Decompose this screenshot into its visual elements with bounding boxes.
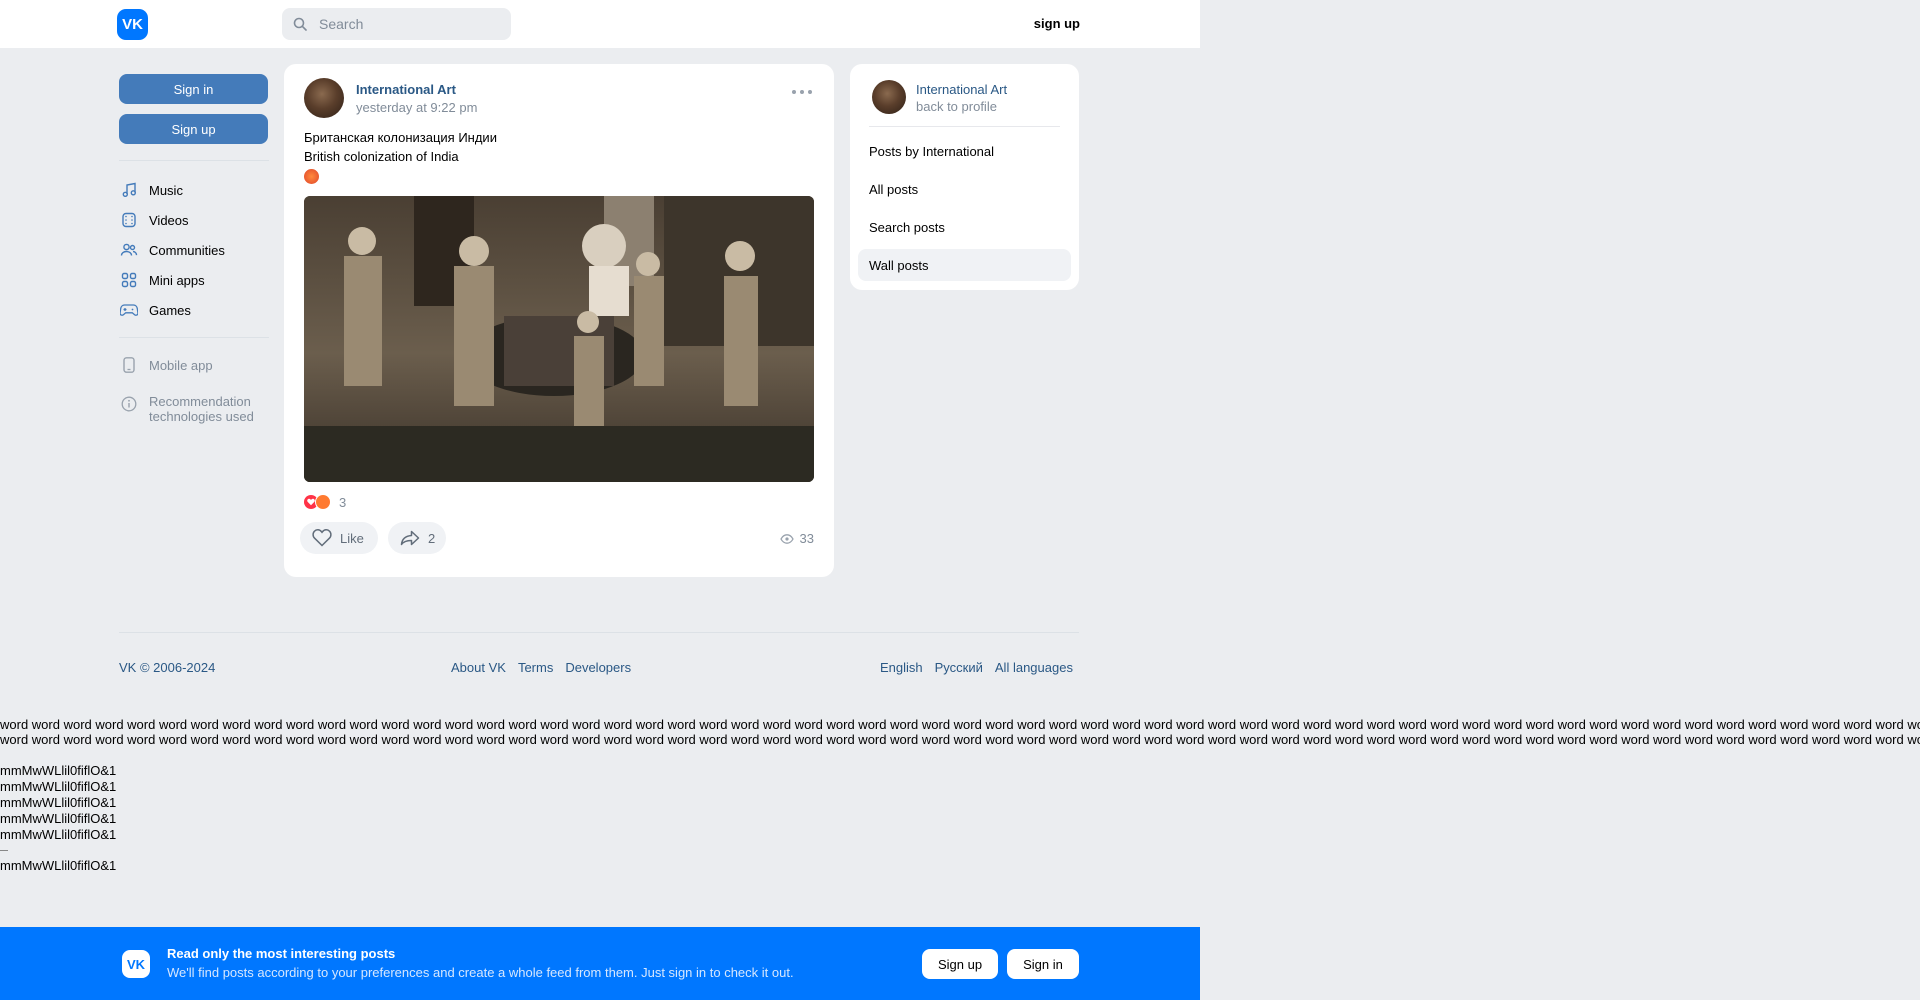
- nav-item-recommendation[interactable]: Recommendation technologies used: [119, 394, 269, 434]
- filler-word-line: word word word word word word word word …: [0, 732, 1920, 747]
- vk-logo[interactable]: VK: [117, 9, 148, 40]
- nav-item-games[interactable]: Games: [119, 295, 269, 325]
- share-count: 2: [428, 530, 436, 546]
- music-note-icon: [119, 180, 139, 200]
- divider: [119, 160, 269, 161]
- angry-emoji-icon: [304, 169, 319, 184]
- eye-icon: [779, 533, 794, 544]
- copyright-text: VK © 2006-2024: [119, 660, 216, 675]
- post-time[interactable]: yesterday at 9:22 pm: [356, 100, 477, 115]
- footer-link-terms[interactable]: Terms: [518, 660, 553, 675]
- phone-icon: [119, 355, 139, 375]
- apps-grid-icon: [119, 270, 139, 290]
- nav-label: Recommendation technologies used: [149, 394, 254, 424]
- angry-reaction-icon: [315, 494, 331, 510]
- menu-item-search-posts[interactable]: Search posts: [858, 211, 1071, 243]
- left-sidebar: Sign in Sign up Music Videos Communities…: [119, 74, 269, 434]
- filler-glyphs: mmMwWLlil0fiflO&1 mmMwWLlil0fiflO&1 mmMw…: [0, 763, 116, 874]
- filler-words: word word word word word word word word …: [0, 717, 1920, 747]
- signup-button[interactable]: Sign up: [119, 114, 268, 144]
- language-russian[interactable]: Русский: [935, 660, 983, 675]
- post-photo[interactable]: [304, 196, 814, 482]
- post-author[interactable]: International Art: [356, 82, 456, 97]
- nav-item-mini-apps[interactable]: Mini apps: [119, 265, 269, 295]
- filler-word-line: word word word word word word word word …: [0, 717, 1920, 732]
- top-bar: VK sign up: [0, 0, 1200, 48]
- divider: [869, 126, 1060, 127]
- nav-label: Games: [149, 302, 191, 318]
- info-icon: [119, 394, 139, 414]
- menu-item-all-posts[interactable]: All posts: [858, 173, 1071, 205]
- separator: [0, 850, 8, 851]
- banner-subtitle: We'll find posts according to your prefe…: [167, 965, 794, 980]
- post-text-en: British colonization of India: [304, 149, 459, 164]
- nav-label: Mobile app: [149, 357, 213, 373]
- search-input[interactable]: [317, 15, 501, 33]
- nav-label: Mini apps: [149, 272, 205, 288]
- reactions[interactable]: 3: [304, 494, 346, 510]
- avatar[interactable]: [304, 78, 344, 118]
- nav-label: Music: [149, 182, 183, 198]
- search-box[interactable]: [282, 8, 511, 40]
- nav-item-mobile-app[interactable]: Mobile app: [119, 350, 269, 380]
- nav-label: Communities: [149, 242, 225, 258]
- search-icon: [293, 16, 309, 32]
- views-count: 33: [799, 531, 814, 546]
- avatar[interactable]: [872, 80, 906, 114]
- banner-signin-button[interactable]: Sign in: [1007, 949, 1079, 979]
- heart-icon: [312, 529, 332, 547]
- glyph-line: mmMwWLlil0fiflO&1: [0, 763, 117, 778]
- like-label: Like: [340, 530, 364, 546]
- signup-link[interactable]: sign up: [1010, 16, 1080, 31]
- profile-name-link[interactable]: International Art: [916, 82, 1007, 97]
- more-options-icon[interactable]: [792, 88, 812, 96]
- nav-label: Videos: [149, 212, 189, 228]
- menu-item-posts-by[interactable]: Posts by International: [858, 135, 1071, 167]
- footer-links: About VK Terms Developers: [451, 660, 643, 675]
- glyph-line: mmMwWLlil0fiflO&1: [0, 779, 117, 794]
- post-text-ru: Британская колонизация Индии: [304, 130, 497, 145]
- vk-logo: VK: [122, 950, 150, 978]
- banner-title: Read only the most interesting posts: [167, 946, 396, 961]
- users-icon: [119, 240, 139, 260]
- like-button[interactable]: Like: [300, 522, 378, 554]
- footer-languages: English Русский All languages: [880, 660, 1073, 675]
- menu-item-wall-posts[interactable]: Wall posts: [858, 249, 1071, 281]
- glyph-line: mmMwWLlil0fiflO&1: [0, 827, 117, 842]
- footer-link-about[interactable]: About VK: [451, 660, 506, 675]
- share-button[interactable]: 2: [388, 522, 446, 554]
- back-to-profile-link[interactable]: back to profile: [916, 99, 997, 114]
- nav-item-communities[interactable]: Communities: [119, 235, 269, 265]
- gamepad-icon: [119, 300, 139, 320]
- reactions-count: 3: [339, 494, 347, 510]
- glyph-line: mmMwWLlil0fiflO&1: [0, 795, 117, 810]
- video-icon: [119, 210, 139, 230]
- nav-item-music[interactable]: Music: [119, 175, 269, 205]
- glyph-line: mmMwWLlil0fiflO&1: [0, 858, 117, 873]
- language-english[interactable]: English: [880, 660, 923, 675]
- nav-item-videos[interactable]: Videos: [119, 205, 269, 235]
- divider: [119, 337, 269, 338]
- footer-copyright: VK © 2006-2024: [119, 660, 215, 675]
- glyph-line: mmMwWLlil0fiflO&1: [0, 811, 117, 826]
- banner-signup-button[interactable]: Sign up: [922, 949, 998, 979]
- language-all[interactable]: All languages: [995, 660, 1073, 675]
- post-card: International Art yesterday at 9:22 pm Б…: [284, 64, 834, 577]
- signin-button[interactable]: Sign in: [119, 74, 268, 104]
- share-arrow-icon: [400, 530, 420, 546]
- footer-divider: [119, 632, 1079, 633]
- signup-banner: VK Read only the most interesting posts …: [0, 927, 1200, 1000]
- post-text: Британская колонизация Индии British col…: [304, 128, 497, 189]
- footer-link-developers[interactable]: Developers: [565, 660, 631, 675]
- right-menu-card: International Art back to profile Posts …: [850, 64, 1079, 290]
- views-counter: 33: [779, 531, 814, 546]
